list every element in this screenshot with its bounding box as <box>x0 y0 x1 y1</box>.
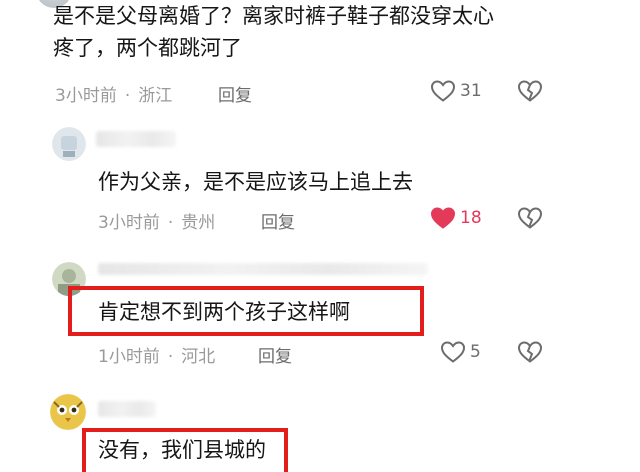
comment-text: 是不是父母离婚了？离家时裤子鞋子都没穿太心 疼了，两个都跳河了 <box>53 0 494 64</box>
like-button[interactable]: 5 <box>440 340 481 364</box>
comment-meta: 3小时前 · 贵州 <box>98 208 215 233</box>
comment-meta: 3小时前 · 浙江 <box>55 81 172 106</box>
like-button[interactable]: 18 <box>430 206 482 230</box>
broken-heart-icon[interactable] <box>517 206 543 230</box>
comment-location: 贵州 <box>181 213 216 233</box>
comment-text-line: 是不是父母离婚了？离家时裤子鞋子都没穿太心 <box>53 4 494 28</box>
broken-heart-icon[interactable] <box>517 340 543 364</box>
comment-location: 浙江 <box>138 86 173 106</box>
meta-separator: · <box>167 213 174 233</box>
comment-text-line: 疼了，两个都跳河了 <box>53 36 242 60</box>
like-count: 18 <box>460 208 482 228</box>
username-redacted <box>96 131 176 147</box>
heart-outline-icon <box>430 79 456 103</box>
username-redacted <box>98 263 428 275</box>
comment-meta: 1小时前 · 河北 <box>98 342 215 367</box>
meta-separator: · <box>124 86 131 106</box>
comment-time: 3小时前 <box>55 86 117 106</box>
avatar[interactable] <box>50 394 86 430</box>
username-redacted <box>98 401 156 417</box>
reply-button[interactable]: 回复 <box>261 208 295 233</box>
comment-time: 1小时前 <box>98 347 160 367</box>
heart-filled-icon <box>430 206 456 230</box>
reply-button[interactable]: 回复 <box>258 342 292 367</box>
like-count: 31 <box>460 81 482 101</box>
comment-time: 3小时前 <box>98 213 160 233</box>
comment-text: 作为父亲，是不是应该马上追上去 <box>98 170 413 194</box>
meta-separator: · <box>167 347 174 367</box>
comment-text: 没有，我们县城的 <box>98 438 266 462</box>
avatar[interactable] <box>52 127 86 161</box>
like-count: 5 <box>470 342 481 362</box>
comment-location: 河北 <box>181 347 216 367</box>
like-button[interactable]: 31 <box>430 79 482 103</box>
heart-outline-icon <box>440 340 466 364</box>
reply-button[interactable]: 回复 <box>218 81 252 106</box>
comment-text: 肯定想不到两个孩子这样啊 <box>98 300 350 324</box>
broken-heart-icon[interactable] <box>517 79 543 103</box>
